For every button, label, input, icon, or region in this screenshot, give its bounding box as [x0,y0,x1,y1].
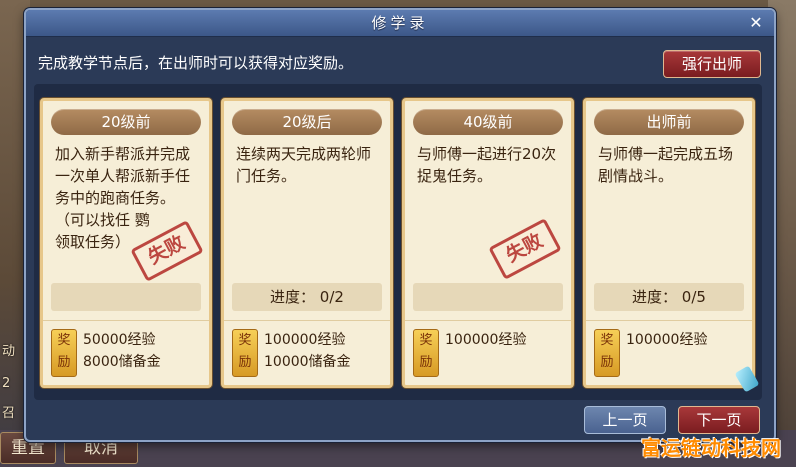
card-description: 连续两天完成两轮师门任务。 [236,145,372,185]
background-side-text: 动 [2,344,16,359]
task-card-2: 20级后 连续两天完成两轮师门任务。 进度： 0/2 奖 励 100000经验 … [221,98,393,388]
reward-badge-icon: 奖 励 [51,329,77,377]
study-record-window: 修学录 ✕ 完成教学节点后，在出师时可以获得对应奖励。 强行出师 20级前 加入… [24,8,776,442]
card-progress: 进度： 0/2 [232,283,382,311]
reward-badge-icon: 奖 励 [594,329,620,377]
task-card-4: 出师前 与师傅一起完成五场剧情战斗。 进度： 0/5 奖 励 100000经验 [583,98,755,388]
window-title: 修学录 [371,14,429,32]
reward-box: 奖 励 50000经验 8000储备金 [43,320,209,386]
background-side-text: 2 [2,376,11,391]
card-progress [51,283,201,311]
reward-lines: 100000经验 [626,332,708,348]
failed-stamp: 失败 [488,218,562,280]
reward-lines: 100000经验 [445,332,527,348]
card-progress [413,283,563,311]
reward-box: 奖 励 100000经验 [405,320,571,386]
card-header: 40级前 [413,109,563,135]
watermark-text: 富运链动科技网 [641,436,781,460]
card-description: 与师傅一起完成五场剧情战斗。 [598,145,734,185]
task-card-3: 40级前 与师傅一起进行20次捉鬼任务。 失败 奖 励 100000经验 [402,98,574,388]
reward-box: 奖 励 100000经验 [586,320,752,386]
task-card-1: 20级前 加入新手帮派并完成一次单人帮派新手任务中的跑商任务。 （可以找任 鹦 … [40,98,212,388]
reward-lines: 50000经验 8000储备金 [83,332,161,370]
prev-page-button[interactable]: 上一页 [584,406,666,434]
card-description: 与师傅一起进行20次捉鬼任务。 [417,145,557,185]
reward-lines: 100000经验 10000储备金 [264,332,351,370]
close-icon[interactable]: ✕ [746,13,766,33]
card-progress: 进度： 0/5 [594,283,744,311]
reward-badge-icon: 奖 励 [413,329,439,377]
card-header: 20级前 [51,109,201,135]
card-header: 出师前 [594,109,744,135]
card-header: 20级后 [232,109,382,135]
reward-box: 奖 励 100000经验 10000储备金 [224,320,390,386]
next-page-button[interactable]: 下一页 [678,406,760,434]
force-graduate-button[interactable]: 强行出师 [663,50,761,78]
background-side-text: 召 [2,406,16,421]
reward-badge-icon: 奖 励 [232,329,258,377]
instruction-text: 完成教学节点后，在出师时可以获得对应奖励。 [38,54,354,72]
